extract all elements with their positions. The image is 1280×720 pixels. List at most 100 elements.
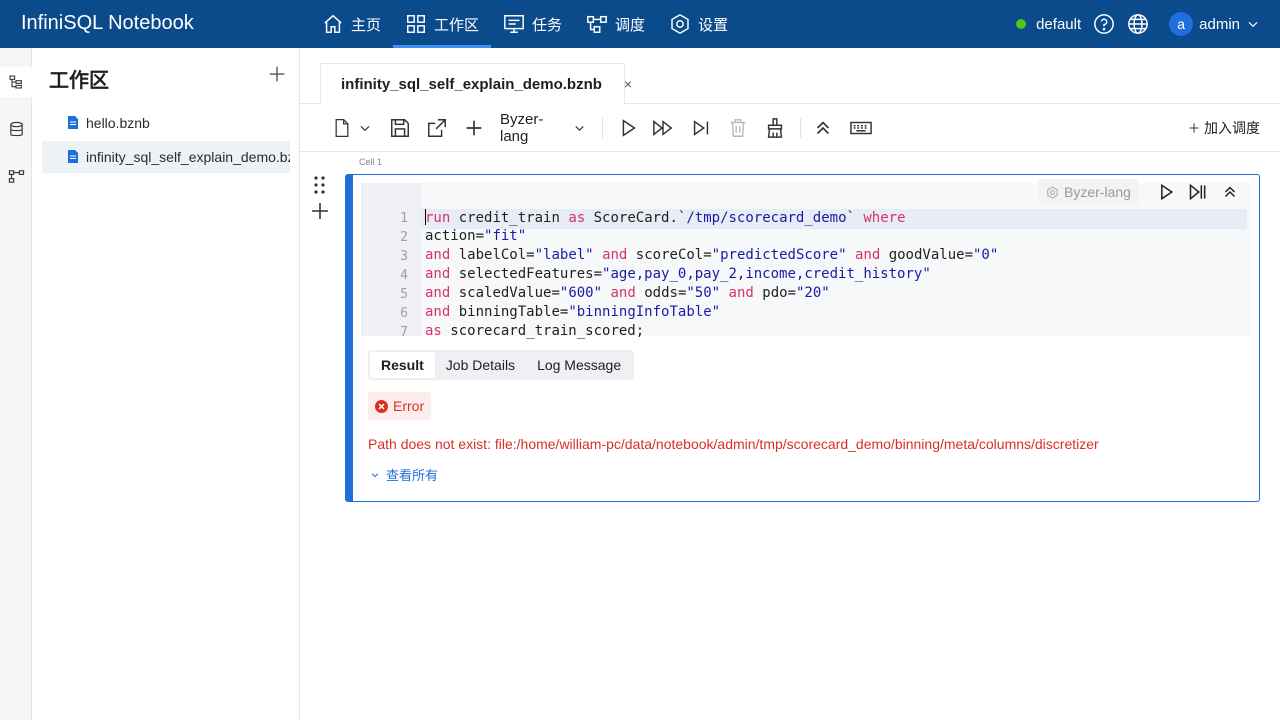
nav-tasks-label: 任务: [532, 16, 563, 34]
file-name: hello.bznb: [86, 115, 150, 131]
nav-home[interactable]: 主页: [310, 0, 393, 48]
home-icon: [324, 14, 342, 33]
code-line-text: run credit_train as ScoreCard.`/tmp/scor…: [425, 210, 906, 226]
delete-cell-button[interactable]: [726, 116, 750, 140]
plus-icon: [312, 203, 328, 219]
run-below-button[interactable]: [1187, 181, 1209, 203]
left-rail: [0, 48, 32, 720]
nav-home-label: 主页: [351, 16, 382, 34]
keyboard-shortcuts-button[interactable]: [848, 116, 874, 140]
file-name: infinity_sql_self_explain_demo.bznb: [86, 149, 290, 165]
chevron-down-icon: [575, 125, 584, 132]
tab-close-icon[interactable]: ×: [624, 76, 632, 92]
view-all-label: 查看所有: [386, 468, 439, 483]
tab-job-details[interactable]: Job Details: [435, 352, 526, 378]
user-menu[interactable]: admin: [1199, 16, 1240, 33]
run-to-end-button[interactable]: [689, 116, 713, 140]
play-pause-icon: [1189, 183, 1206, 201]
code-line: as scorecard_train_scored;: [425, 323, 645, 339]
status-label: Error: [393, 398, 425, 414]
notebook-toolbar: Byzer-lang 加入调度: [300, 104, 1280, 152]
plus-icon: [1189, 123, 1199, 133]
add-file-button[interactable]: [266, 63, 288, 85]
code-line: and labelCol="label" and scoreCol="predi…: [425, 247, 999, 263]
code-line: run credit_train as ScoreCard.`/tmp/scor…: [421, 209, 1247, 229]
chevron-down-icon: [371, 472, 379, 477]
code-line: and selectedFeatures="age,pay_0,pay_2,in…: [425, 266, 931, 282]
tab-label: infinity_sql_self_explain_demo.bznb: [341, 75, 602, 93]
error-message: Path does not exist: file:/home/william-…: [368, 436, 1099, 452]
plus-icon: [269, 66, 285, 82]
tab-result[interactable]: Result: [370, 352, 435, 378]
line-number: 7: [400, 325, 408, 340]
skip-next-icon: [693, 120, 709, 136]
clear-output-button[interactable]: [763, 116, 787, 140]
export-button[interactable]: [425, 116, 449, 140]
language-select[interactable]: Byzer-lang: [500, 111, 586, 145]
rail-lineage[interactable]: [0, 161, 32, 191]
error-circle-icon: [375, 399, 388, 413]
main-nav: 主页 工作区 任务 调度 设置: [310, 0, 740, 48]
env-selector[interactable]: default: [1036, 16, 1081, 33]
cell-tools: Byzer-lang: [1038, 178, 1251, 206]
nav-schedule-label: 调度: [615, 16, 646, 34]
nav-settings[interactable]: 设置: [657, 0, 740, 48]
file-item[interactable]: infinity_sql_self_explain_demo.bznb: [42, 141, 290, 173]
cell-language-badge[interactable]: Byzer-lang: [1038, 179, 1139, 205]
plus-icon: [466, 120, 482, 136]
panel-title: 工作区: [49, 70, 109, 92]
nav-settings-label: 设置: [698, 16, 729, 34]
top-bar: InfiniSQL Notebook 主页 工作区 任务 调度 设置 defau…: [0, 0, 1280, 48]
chevron-down-icon[interactable]: [1246, 17, 1260, 31]
insert-cell-button[interactable]: [310, 201, 330, 221]
nav-schedule[interactable]: 调度: [574, 0, 657, 48]
play-icon: [1161, 183, 1174, 201]
collapse-cell-button[interactable]: [1219, 181, 1241, 203]
toolbar-divider: [800, 118, 801, 138]
tab-log-message[interactable]: Log Message: [526, 352, 632, 378]
code-line: and scaledValue="600" and odds="50" and …: [425, 285, 830, 301]
double-chevron-up-icon: [816, 121, 830, 135]
cell-label: Cell 1: [359, 157, 383, 167]
collapse-all-button[interactable]: [811, 116, 835, 140]
lineage-icon: [8, 169, 24, 183]
export-icon: [428, 119, 446, 137]
play-icon: [622, 119, 636, 137]
save-button[interactable]: [388, 116, 412, 140]
code-line: action="fit": [425, 228, 527, 244]
run-cell-button[interactable]: [616, 116, 640, 140]
status-badge: Error: [368, 392, 432, 420]
drag-handle-icon[interactable]: [312, 175, 328, 195]
language-select-value: Byzer-lang: [500, 111, 544, 145]
app-title[interactable]: InfiniSQL Notebook: [21, 12, 194, 35]
save-icon: [391, 119, 409, 137]
gear-icon: [671, 13, 689, 35]
tab-notebook[interactable]: infinity_sql_self_explain_demo.bznb ×: [320, 63, 632, 105]
monitor-icon: [504, 15, 524, 33]
run-all-button[interactable]: [651, 116, 675, 140]
new-file-button[interactable]: [332, 116, 372, 140]
schedule-icon: [587, 15, 607, 33]
database-icon: [9, 121, 23, 136]
line-number: 6: [400, 306, 408, 321]
avatar[interactable]: a: [1169, 12, 1194, 36]
add-cell-button[interactable]: [462, 116, 486, 140]
trash-icon: [730, 119, 746, 137]
file-item[interactable]: hello.bznb: [42, 107, 290, 139]
help-icon[interactable]: [1093, 13, 1115, 35]
line-number: 2: [400, 230, 408, 245]
run-cell-button[interactable]: [1155, 181, 1177, 203]
rail-database[interactable]: [0, 114, 32, 144]
view-all-link[interactable]: 查看所有: [370, 465, 438, 484]
nav-tasks[interactable]: 任务: [491, 0, 574, 48]
broom-icon: [767, 118, 783, 138]
keyboard-icon: [850, 121, 872, 135]
code-line: and binningTable="binningInfoTable": [425, 304, 721, 320]
add-to-schedule-button[interactable]: 加入调度: [1188, 118, 1260, 138]
nav-workspace[interactable]: 工作区: [393, 0, 492, 48]
line-number: 5: [400, 287, 408, 302]
notebook-cell[interactable]: 1 2 3 4 5 6 7 run credit_train as ScoreC…: [345, 174, 1260, 502]
file-icon: [68, 116, 78, 129]
rail-file-tree[interactable]: [0, 67, 32, 97]
globe-icon[interactable]: [1127, 13, 1149, 35]
